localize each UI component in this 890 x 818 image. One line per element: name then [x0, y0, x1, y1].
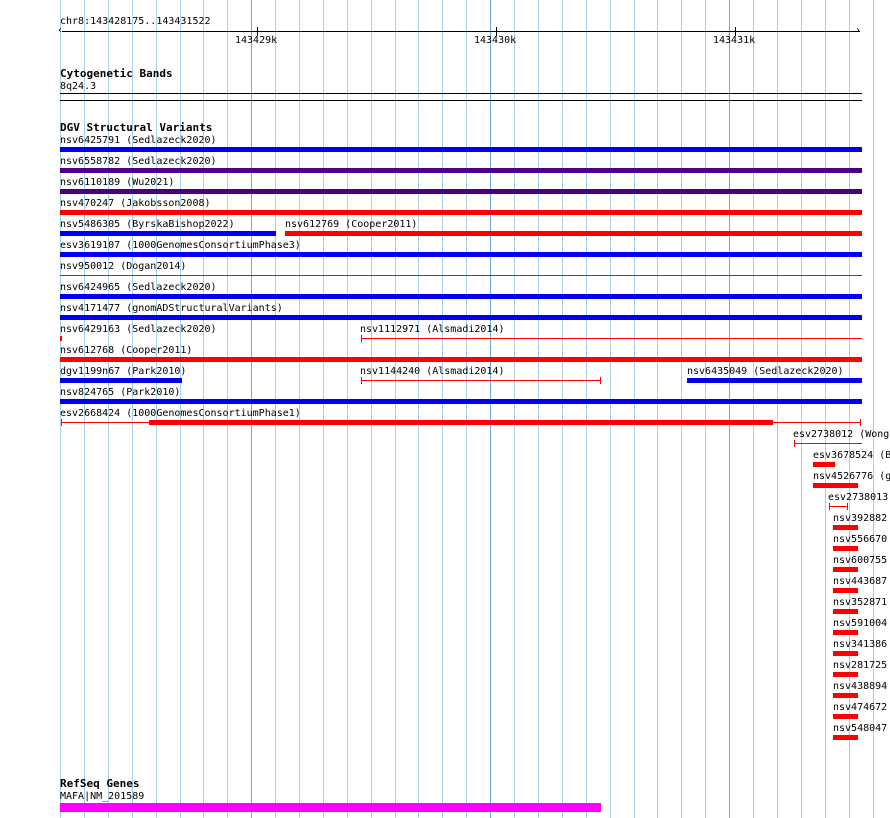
variant-feature[interactable]	[833, 567, 858, 572]
variant-feature[interactable]	[794, 443, 862, 444]
variant-label: dgv1199n67 (Park2010)	[60, 366, 187, 377]
variant-label: nsv824765 (Park2010)	[60, 387, 181, 398]
variant-feature[interactable]	[833, 693, 858, 698]
variant-end-tick	[847, 503, 848, 510]
scroll-right-icon[interactable]: ›	[855, 26, 861, 36]
variant-label: nsv6435049 (Sedlazeck2020)	[687, 366, 844, 377]
variant-label: esv3619107 (1000GenomesConsortiumPhase3)	[60, 240, 301, 251]
track-title-dgv[interactable]: DGV Structural Variants	[60, 122, 212, 134]
variant-label: nsv6429163 (Sedlazeck2020)	[60, 324, 217, 335]
variant-end-tick	[61, 419, 62, 426]
variant-end-tick	[361, 377, 362, 384]
variant-feature[interactable]	[60, 357, 862, 362]
variant-feature[interactable]	[285, 231, 862, 236]
variant-label: nsv6110189 (Wu2021)	[60, 177, 175, 188]
variant-label: nsv438894	[833, 681, 888, 692]
track-divider	[60, 100, 862, 101]
variant-end-tick	[600, 377, 601, 384]
ruler-tick-label: 143429k	[235, 35, 278, 46]
variant-label: nsv4171477 (gnomADStructuralVariants)	[60, 303, 283, 314]
variant-feature[interactable]	[833, 546, 858, 551]
variant-label: nsv591004	[833, 618, 888, 629]
variant-feature[interactable]	[60, 252, 862, 257]
track-title-cytoband[interactable]: Cytogenetic Bands	[60, 68, 173, 80]
variant-label: nsv352871	[833, 597, 888, 608]
variant-label: nsv612768 (Cooper2011)	[60, 345, 193, 356]
variant-feature[interactable]	[60, 399, 862, 404]
variant-label: esv3678524 (B	[813, 450, 890, 461]
variant-end-tick	[794, 440, 795, 447]
variant-feature[interactable]	[60, 275, 862, 276]
variant-feature[interactable]	[813, 462, 835, 467]
variant-feature[interactable]	[833, 651, 858, 656]
variant-label: nsv281725	[833, 660, 888, 671]
variant-feature[interactable]	[149, 420, 773, 425]
variant-label: nsv341386	[833, 639, 888, 650]
variant-label: nsv600755	[833, 555, 888, 566]
variant-feature[interactable]	[687, 378, 862, 383]
variant-feature[interactable]	[60, 168, 862, 173]
variant-feature[interactable]	[833, 672, 858, 677]
variant-feature[interactable]	[60, 147, 862, 152]
variant-end-tick	[860, 419, 861, 426]
cytoband-label: 8q24.3	[60, 81, 97, 92]
variant-feature[interactable]	[833, 588, 858, 593]
variant-label: nsv6424965 (Sedlazeck2020)	[60, 282, 217, 293]
variant-label: nsv548047	[833, 723, 888, 734]
variant-feature[interactable]	[60, 231, 276, 236]
variant-label: esv2738013	[828, 492, 889, 503]
variant-feature[interactable]	[60, 336, 62, 341]
variant-feature[interactable]	[833, 609, 858, 614]
variant-feature[interactable]	[833, 630, 858, 635]
variant-feature[interactable]	[361, 380, 601, 381]
variant-end-tick	[829, 503, 830, 510]
variant-label: nsv443687	[833, 576, 888, 587]
variant-label: nsv6425791 (Sedlazeck2020)	[60, 135, 217, 146]
gene-feature[interactable]	[60, 803, 601, 812]
variant-feature[interactable]	[61, 422, 149, 423]
variant-feature[interactable]	[773, 422, 861, 423]
variant-label: nsv6558782 (Sedlazeck2020)	[60, 156, 217, 167]
variant-feature[interactable]	[60, 210, 862, 215]
ruler-axis	[62, 31, 860, 32]
variant-feature[interactable]	[60, 378, 182, 383]
variant-label: nsv612769 (Cooper2011)	[285, 219, 418, 230]
variant-label: nsv1112971 (Alsmadi2014)	[360, 324, 505, 335]
variant-label: nsv474672	[833, 702, 888, 713]
variant-label: nsv950012 (Dogan2014)	[60, 261, 187, 272]
variant-feature[interactable]	[833, 735, 858, 740]
variant-label: esv2668424 (1000GenomesConsortiumPhase1)	[60, 408, 301, 419]
variant-feature[interactable]	[60, 189, 862, 194]
variant-label: nsv1144240 (Alsmadi2014)	[360, 366, 505, 377]
variant-label: nsv4526776 (g	[813, 471, 890, 482]
variant-label: esv2738012 (Wong2	[793, 429, 890, 440]
variant-end-tick	[361, 335, 362, 342]
variant-label: nsv556670	[833, 534, 888, 545]
variant-feature[interactable]	[829, 506, 848, 507]
ruler-tick-label: 143430k	[474, 35, 517, 46]
variant-feature[interactable]	[361, 338, 862, 339]
region-label: chr8:143428175..143431522	[60, 16, 211, 27]
cytoband-band[interactable]	[60, 93, 862, 94]
variant-feature[interactable]	[833, 714, 858, 719]
variant-feature[interactable]	[60, 294, 862, 299]
ruler-tick-label: 143431k	[713, 35, 756, 46]
variant-feature[interactable]	[60, 315, 862, 320]
variant-feature[interactable]	[813, 483, 858, 488]
variant-label: nsv392882	[833, 513, 888, 524]
variant-label: nsv470247 (Jakobsson2008)	[60, 198, 211, 209]
variant-label: nsv5486305 (ByrskaBishop2022)	[60, 219, 235, 230]
track-title-refseq[interactable]: RefSeq Genes	[60, 778, 139, 790]
gene-label: MAFA|NM_201589	[60, 791, 145, 802]
variant-feature[interactable]	[833, 525, 858, 530]
